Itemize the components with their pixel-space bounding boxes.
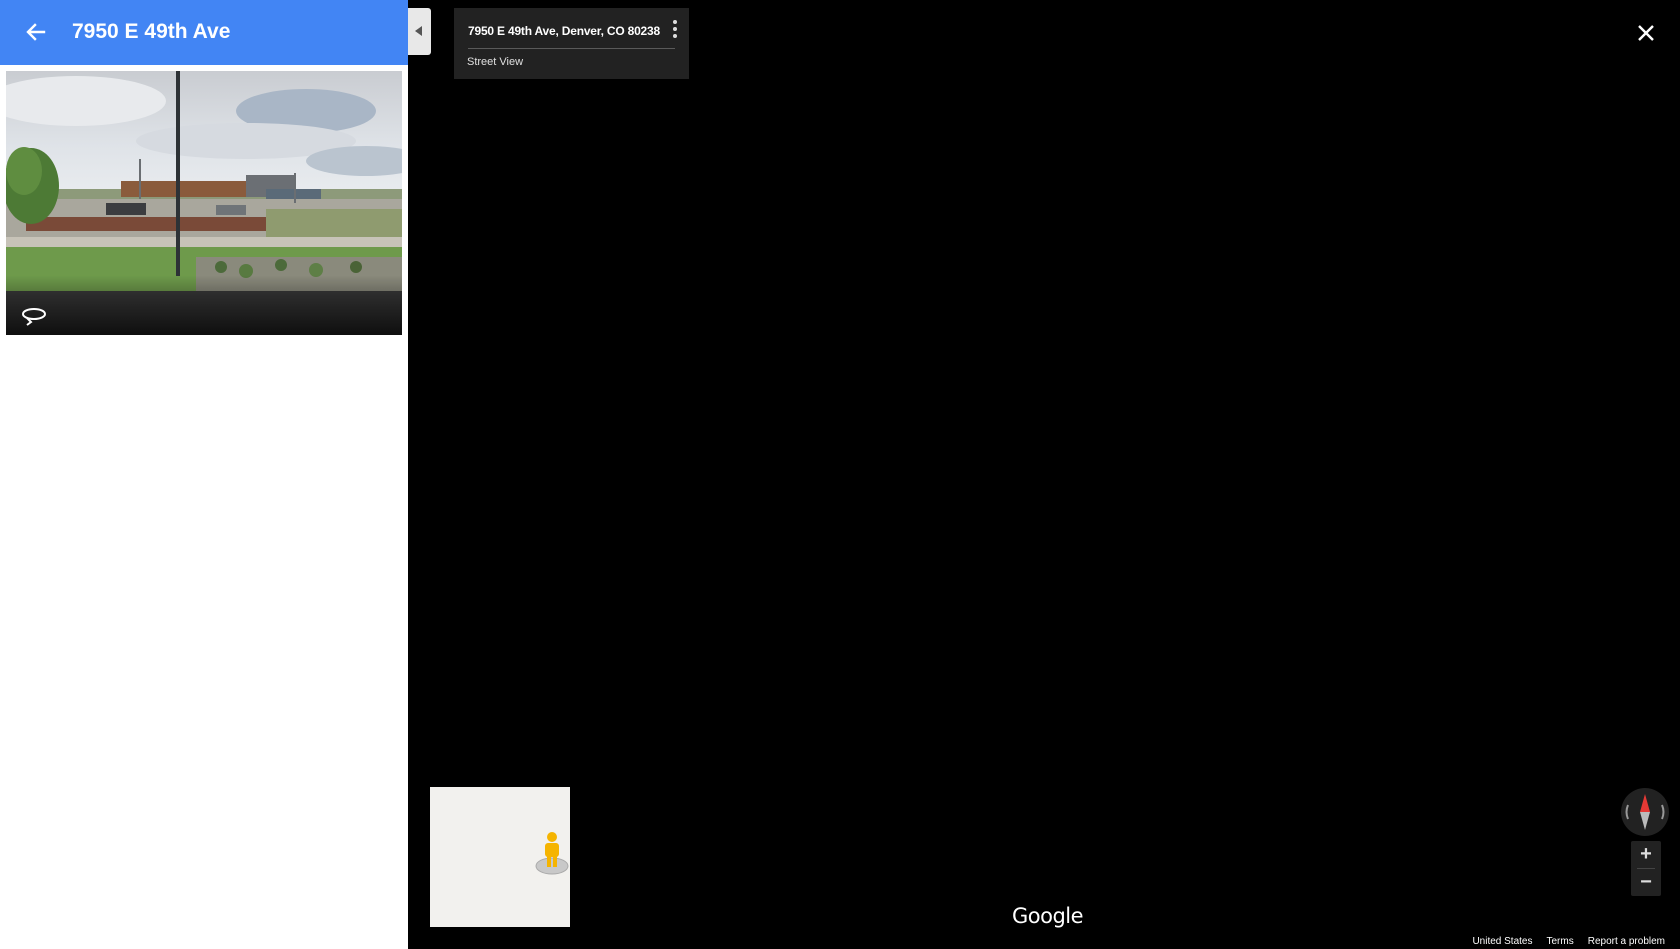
google-logo: Google bbox=[1012, 904, 1084, 928]
zoom-control: + − bbox=[1631, 841, 1661, 896]
triangle-left-icon bbox=[415, 26, 422, 36]
compass-icon bbox=[1625, 794, 1665, 830]
footer-terms-link[interactable]: Terms bbox=[1547, 936, 1574, 947]
footer-report-link[interactable]: Report a problem bbox=[1588, 936, 1665, 947]
zoom-in-button[interactable]: + bbox=[1631, 841, 1661, 868]
rotate-360-icon[interactable] bbox=[20, 305, 48, 327]
photo-shade bbox=[6, 275, 402, 335]
close-icon bbox=[1638, 25, 1654, 41]
compass-control[interactable] bbox=[1621, 788, 1669, 836]
arrow-left-icon bbox=[26, 23, 46, 41]
street-view-thumbnail[interactable] bbox=[6, 71, 402, 335]
footer-links: United States Terms Report a problem bbox=[1472, 936, 1665, 947]
minimap[interactable] bbox=[430, 787, 570, 927]
address-divider bbox=[468, 48, 675, 49]
street-view-label: Street View bbox=[467, 56, 524, 68]
pegman-icon bbox=[535, 832, 569, 875]
address-card: 7950 E 49th Ave, Denver, CO 80238 Street… bbox=[454, 8, 689, 79]
back-button[interactable] bbox=[20, 18, 52, 46]
zoom-out-button[interactable]: − bbox=[1631, 869, 1661, 896]
side-panel-header: 7950 E 49th Ave bbox=[0, 0, 408, 65]
address-text: 7950 E 49th Ave, Denver, CO 80238 bbox=[468, 24, 660, 38]
side-panel: 7950 E 49th Ave bbox=[0, 0, 408, 949]
side-panel-title: 7950 E 49th Ave bbox=[72, 20, 231, 43]
collapse-side-panel-button[interactable] bbox=[408, 8, 431, 55]
more-options-button[interactable] bbox=[666, 18, 684, 40]
footer-country[interactable]: United States bbox=[1472, 936, 1532, 947]
close-button[interactable] bbox=[1633, 20, 1659, 46]
more-vert-icon bbox=[673, 20, 677, 38]
